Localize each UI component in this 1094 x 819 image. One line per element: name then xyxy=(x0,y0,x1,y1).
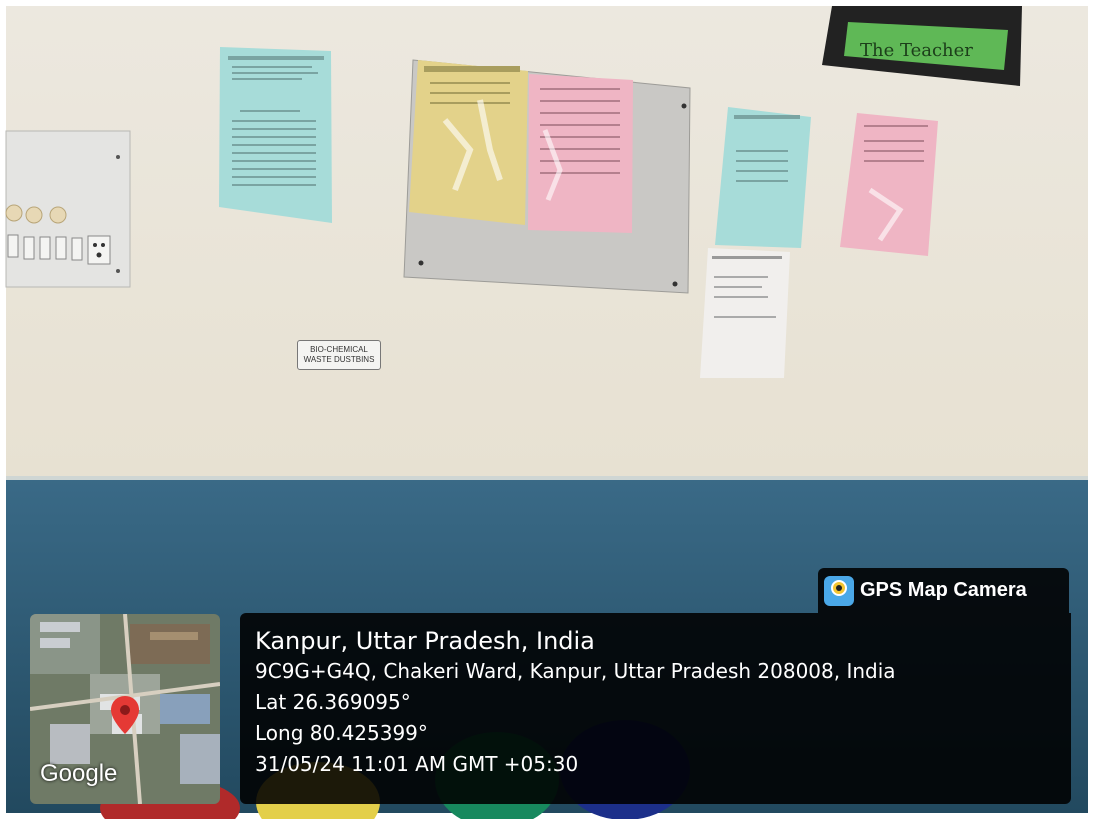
sign-line-1: BIO-CHEMICAL xyxy=(310,345,368,354)
notice-board xyxy=(403,59,691,294)
switchboard xyxy=(5,130,131,288)
gps-camera-badge: GPS Map Camera xyxy=(818,568,1069,613)
timestamp: 31/05/24 11:01 AM GMT +05:30 xyxy=(255,752,579,776)
waste-dustbin-sign: BIO-CHEMICAL WASTE DUSTBINS xyxy=(297,340,381,370)
poster-pink-right xyxy=(840,113,938,256)
latitude: Lat 26.369095° xyxy=(255,690,411,714)
location-title: Kanpur, Uttar Pradesh, India xyxy=(255,627,595,655)
sign-line-2: WASTE DUSTBINS xyxy=(303,355,375,364)
app-name: GPS Map Camera xyxy=(860,579,1027,601)
notice-white-sheet xyxy=(700,248,790,378)
frame-text: The Teacher xyxy=(860,40,973,61)
location-info-panel: Kanpur, Uttar Pradesh, India 9C9G+G4Q, C… xyxy=(240,613,1071,804)
poster-blue-right xyxy=(715,107,811,248)
longitude: Long 80.425399° xyxy=(255,721,428,745)
map-thumbnail: Google xyxy=(30,614,220,804)
address-line: 9C9G+G4Q, Chakeri Ward, Kanpur, Uttar Pr… xyxy=(255,659,896,683)
gps-map-camera-icon xyxy=(824,575,854,606)
google-logo: Google xyxy=(40,760,118,787)
poster-blue-left xyxy=(219,47,332,223)
